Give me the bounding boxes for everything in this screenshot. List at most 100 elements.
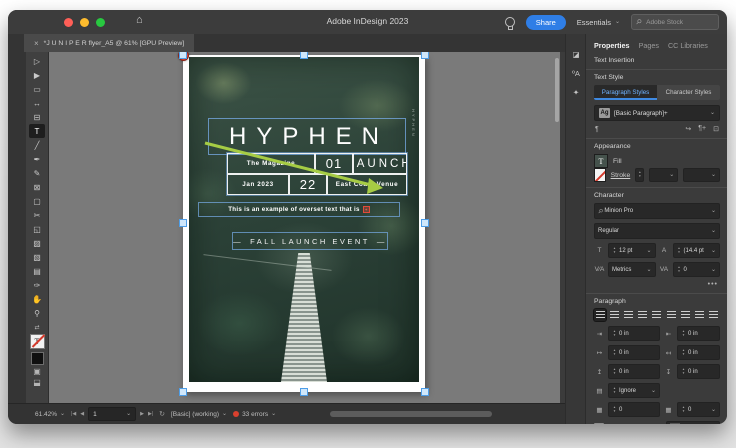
- selection-tool[interactable]: ▷: [29, 54, 45, 68]
- align-towards-spine-button[interactable]: [694, 309, 706, 321]
- selection-handle[interactable]: [421, 52, 429, 59]
- tracking-input[interactable]: ▴▾ 0 ⌄: [673, 262, 721, 277]
- pencil-tool[interactable]: ✎: [29, 166, 45, 180]
- selection-handle[interactable]: [179, 219, 187, 227]
- type-tool[interactable]: T: [29, 124, 45, 138]
- selection-handle[interactable]: [300, 52, 308, 59]
- drop-cap-lines-input[interactable]: ▴▾0: [608, 402, 660, 417]
- pen-tool[interactable]: ✒: [29, 152, 45, 166]
- glyphs-panel-icon[interactable]: ºA: [572, 69, 580, 78]
- stroke-none-swatch-icon[interactable]: [594, 168, 606, 182]
- space-after-input[interactable]: ▴▾0 in: [677, 364, 720, 379]
- paragraph-mark-icon[interactable]: ¶: [595, 126, 599, 133]
- new-style-icon[interactable]: ¶+: [698, 125, 706, 133]
- leading-input[interactable]: ▴▾ (14.4 pt ⌄: [673, 243, 721, 258]
- stroke-type-select[interactable]: ⌄: [683, 168, 720, 182]
- font-family-select[interactable]: ⚲ Minion Pro ⌄: [594, 203, 720, 219]
- table-cell[interactable]: 22: [289, 174, 327, 195]
- overset-indicator-icon[interactable]: +: [363, 206, 370, 213]
- zoom-level-control[interactable]: 61.42% ⌄: [35, 411, 65, 418]
- close-tab-icon[interactable]: ×: [34, 39, 39, 48]
- rectangle-tool[interactable]: ▢: [29, 194, 45, 208]
- align-away-spine-button[interactable]: [708, 309, 720, 321]
- paragraph-style-select[interactable]: Ag [Basic Paragraph]+ ⌄: [594, 105, 720, 121]
- preflight-profile-control[interactable]: [Basic] (working) ⌄: [171, 411, 227, 418]
- table-cell[interactable]: LAUNCH: [353, 153, 407, 174]
- page-number-input[interactable]: 1 ⌄: [88, 407, 136, 421]
- stroke-weight-stepper[interactable]: ▴▾: [635, 168, 644, 182]
- learn-bulb-icon[interactable]: [505, 17, 515, 27]
- stroke-label[interactable]: Stroke: [611, 172, 631, 179]
- selection-handle[interactable]: [300, 388, 308, 396]
- drop-cap-characters-input[interactable]: ▴▾0⌄: [677, 402, 720, 417]
- left-indent-input[interactable]: ▴▾0 in: [608, 326, 660, 341]
- align-to-grid-input[interactable]: ▴▾Ignore⌄: [608, 383, 660, 398]
- overset-text-frame[interactable]: This is an example of overset text that …: [199, 203, 399, 216]
- flyer-table[interactable]: The Magazine 01 LAUNCH Jan 2023 22 East …: [227, 153, 407, 195]
- shading-color-select[interactable]: [Black] ⌄: [666, 421, 720, 424]
- preflight-icon[interactable]: ↻: [159, 410, 165, 418]
- workspace-switcher[interactable]: Essentials ⌄: [577, 18, 620, 27]
- scissors-tool[interactable]: ✂: [29, 208, 45, 222]
- font-style-select[interactable]: Regular ⌄: [594, 223, 720, 239]
- first-page-button[interactable]: |◀: [71, 411, 76, 417]
- align-center-button[interactable]: [608, 309, 620, 321]
- align-left-button[interactable]: [594, 309, 606, 321]
- frame-tool[interactable]: ⊠: [29, 180, 45, 194]
- table-cell[interactable]: East Coast Venue: [327, 174, 407, 195]
- leading-stepper[interactable]: ▴▾: [677, 245, 682, 257]
- search-input[interactable]: [644, 18, 704, 27]
- note-tool[interactable]: ▤: [29, 264, 45, 278]
- document-page[interactable]: HYPHEN HYPHEN The Magazine 01 LAUNCH Jan…: [183, 55, 425, 392]
- document-tab[interactable]: × *J U N I P E R flyer_A5 @ 61% [GPU Pre…: [24, 34, 194, 52]
- screen-mode-icon[interactable]: ⬓: [33, 379, 41, 387]
- content-collector-tool[interactable]: ⊟: [29, 110, 45, 124]
- share-button[interactable]: Share: [526, 15, 566, 30]
- last-line-indent-input[interactable]: ▴▾0 in: [677, 345, 720, 360]
- table-cell[interactable]: Jan 2023: [227, 174, 289, 195]
- last-page-button[interactable]: ▶|: [148, 411, 153, 417]
- line-tool[interactable]: ╱: [29, 138, 45, 152]
- align-right-button[interactable]: [622, 309, 634, 321]
- table-cell[interactable]: The Magazine: [227, 153, 315, 174]
- tab-pages[interactable]: Pages: [639, 41, 659, 50]
- character-more-options[interactable]: •••: [596, 281, 718, 288]
- selection-handle[interactable]: [421, 219, 429, 227]
- effects-panel-icon[interactable]: ✦: [573, 88, 579, 97]
- selection-handle[interactable]: [421, 388, 429, 396]
- style-options-icon[interactable]: ⊡: [713, 125, 719, 133]
- kerning-select[interactable]: Metrics ⌄: [608, 262, 656, 277]
- redefine-style-icon[interactable]: ↪: [685, 125, 691, 133]
- color-theme-tool[interactable]: ✑: [29, 278, 45, 292]
- justify-left-button[interactable]: [637, 309, 649, 321]
- tab-cc-libraries[interactable]: CC Libraries: [668, 41, 708, 50]
- tab-properties[interactable]: Properties: [594, 41, 630, 50]
- swap-fill-stroke-icon[interactable]: ⇄: [34, 324, 39, 331]
- gap-tool[interactable]: ↔: [29, 96, 45, 110]
- fill-swatch-icon[interactable]: T: [594, 154, 608, 168]
- stroke-weight-select[interactable]: ⌄: [649, 168, 678, 182]
- event-text-frame[interactable]: — FALL LAUNCH EVENT —: [233, 233, 387, 249]
- selection-handle[interactable]: [179, 388, 187, 396]
- gradient-tool[interactable]: ▨: [29, 236, 45, 250]
- hand-tool[interactable]: ✋: [29, 292, 45, 306]
- shading-checkbox[interactable]: [594, 423, 604, 424]
- gradient-feather-tool[interactable]: ▧: [29, 250, 45, 264]
- justify-right-button[interactable]: [665, 309, 677, 321]
- justify-all-button[interactable]: [679, 309, 691, 321]
- apply-color-swatch[interactable]: [31, 352, 44, 365]
- horizontal-scrollbar[interactable]: [330, 411, 492, 417]
- character-styles-tab[interactable]: Character Styles: [657, 85, 720, 100]
- first-line-indent-input[interactable]: ▴▾0 in: [608, 345, 660, 360]
- adobe-stock-search[interactable]: ⚲: [631, 14, 719, 30]
- tracking-stepper[interactable]: ▴▾: [677, 264, 682, 276]
- error-status-control[interactable]: 33 errors ⌄: [233, 411, 276, 418]
- direct-selection-tool[interactable]: ▶: [29, 68, 45, 82]
- view-mode-icon[interactable]: ▣: [33, 368, 41, 376]
- fill-stroke-proxy[interactable]: T: [30, 334, 45, 349]
- space-before-input[interactable]: ▴▾0 in: [608, 364, 660, 379]
- right-indent-input[interactable]: ▴▾0 in: [677, 326, 720, 341]
- canvas[interactable]: HYPHEN HYPHEN The Magazine 01 LAUNCH Jan…: [49, 52, 560, 404]
- free-transform-tool[interactable]: ◱: [29, 222, 45, 236]
- libraries-panel-icon[interactable]: ◪: [572, 50, 579, 59]
